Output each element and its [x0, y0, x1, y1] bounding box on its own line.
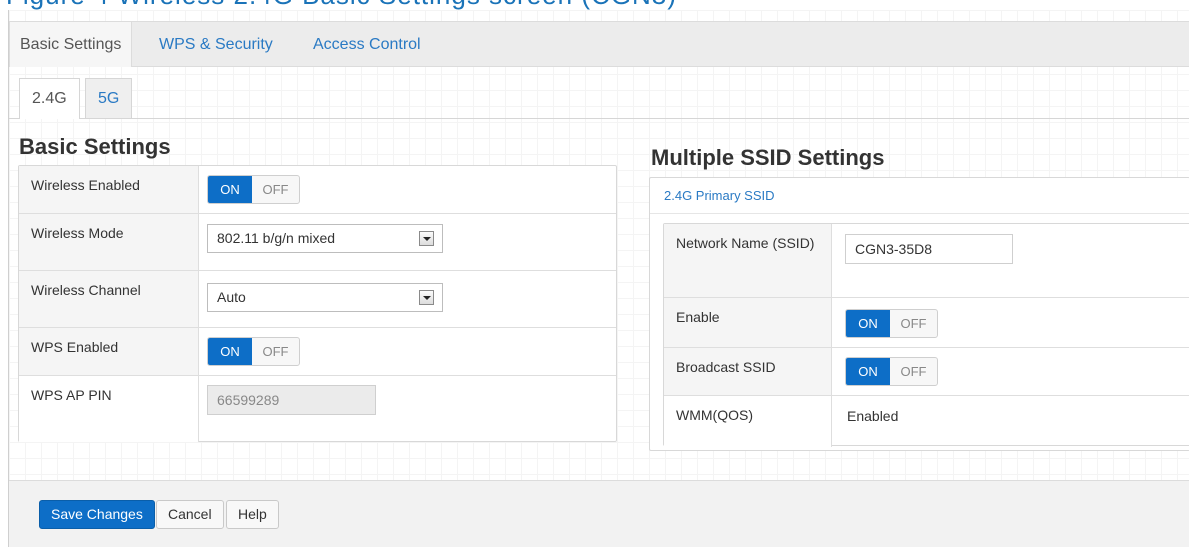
tab-wps-security[interactable]: WPS & Security	[149, 22, 283, 67]
dropdown-arrow-icon[interactable]	[419, 290, 434, 305]
wireless-channel-value: Auto	[217, 289, 246, 305]
toggle-on[interactable]: ON	[846, 358, 890, 385]
ssid-settings-panel: 2.4G Primary SSID Network Name (SSID) CG…	[649, 177, 1189, 451]
network-name-input[interactable]: CGN3-35D8	[845, 234, 1013, 264]
basic-settings-title: Basic Settings	[19, 134, 171, 159]
tab-band-5g[interactable]: 5G	[85, 78, 133, 118]
row-wireless-enabled: Wireless Enabled ON OFF	[19, 166, 616, 214]
row-enable: Enable ON OFF	[664, 298, 1189, 348]
tab-band-2g[interactable]: 2.4G	[19, 78, 80, 119]
router-settings-page: Basic Settings WPS & Security Access Con…	[8, 10, 1189, 547]
toggle-off[interactable]: OFF	[890, 358, 937, 385]
toggle-on[interactable]: ON	[846, 310, 890, 337]
caption-text: Figure 4 Wireless 2.4G Basic Settings sc…	[6, 0, 677, 10]
tab-access-control[interactable]: Access Control	[303, 22, 431, 67]
broadcast-ssid-label: Broadcast SSID	[664, 348, 832, 395]
wireless-channel-select[interactable]: Auto	[207, 283, 443, 312]
save-changes-button[interactable]: Save Changes	[39, 500, 155, 529]
document-caption: Figure 4 Wireless 2.4G Basic Settings sc…	[0, 0, 1189, 10]
row-wmm-qos: WMM(QOS) Enabled	[664, 396, 1189, 447]
enable-label: Enable	[664, 298, 832, 347]
broadcast-ssid-toggle[interactable]: ON OFF	[845, 357, 938, 386]
enable-toggle[interactable]: ON OFF	[845, 309, 938, 338]
row-network-name: Network Name (SSID) CGN3-35D8	[664, 224, 1189, 298]
wireless-enabled-label: Wireless Enabled	[19, 166, 199, 213]
network-name-label: Network Name (SSID)	[664, 224, 832, 297]
dropdown-arrow-icon[interactable]	[419, 231, 434, 246]
ssid-header[interactable]: 2.4G Primary SSID	[650, 178, 1189, 214]
toggle-off[interactable]: OFF	[252, 176, 299, 203]
wps-enabled-toggle[interactable]: ON OFF	[207, 337, 300, 366]
wireless-mode-value: 802.11 b/g/n mixed	[217, 230, 336, 246]
row-wireless-mode: Wireless Mode 802.11 b/g/n mixed	[19, 214, 616, 271]
footer-action-bar: Save Changes Cancel Help	[9, 480, 1189, 547]
row-wps-ap-pin: WPS AP PIN 66599289	[19, 376, 616, 442]
wmm-qos-value: Enabled	[847, 408, 899, 424]
help-button[interactable]: Help	[226, 500, 279, 529]
wps-ap-pin-label: WPS AP PIN	[19, 376, 199, 442]
wps-ap-pin-field: 66599289	[207, 385, 376, 415]
wmm-qos-label: WMM(QOS)	[664, 396, 832, 447]
tab-basic-settings[interactable]: Basic Settings	[9, 22, 133, 67]
row-wireless-channel: Wireless Channel Auto	[19, 271, 616, 328]
wireless-channel-label: Wireless Channel	[19, 271, 199, 327]
row-wps-enabled: WPS Enabled ON OFF	[19, 328, 616, 376]
wps-enabled-label: WPS Enabled	[19, 328, 199, 375]
toggle-on[interactable]: ON	[208, 176, 252, 203]
toggle-off[interactable]: OFF	[252, 338, 299, 365]
basic-settings-panel: Wireless Enabled ON OFF Wireless Mode 80…	[18, 165, 617, 442]
cancel-button[interactable]: Cancel	[156, 500, 224, 529]
toggle-on[interactable]: ON	[208, 338, 252, 365]
ssid-inner-panel: Network Name (SSID) CGN3-35D8 Enable ON …	[663, 223, 1189, 447]
row-broadcast-ssid: Broadcast SSID ON OFF	[664, 348, 1189, 396]
band-tab-bar: 2.4G 5G	[9, 78, 1189, 119]
top-tab-bar: Basic Settings WPS & Security Access Con…	[9, 21, 1189, 67]
ssid-settings-title: Multiple SSID Settings	[651, 145, 885, 170]
wireless-enabled-toggle[interactable]: ON OFF	[207, 175, 300, 204]
wireless-mode-select[interactable]: 802.11 b/g/n mixed	[207, 224, 443, 253]
toggle-off[interactable]: OFF	[890, 310, 937, 337]
wireless-mode-label: Wireless Mode	[19, 214, 199, 270]
